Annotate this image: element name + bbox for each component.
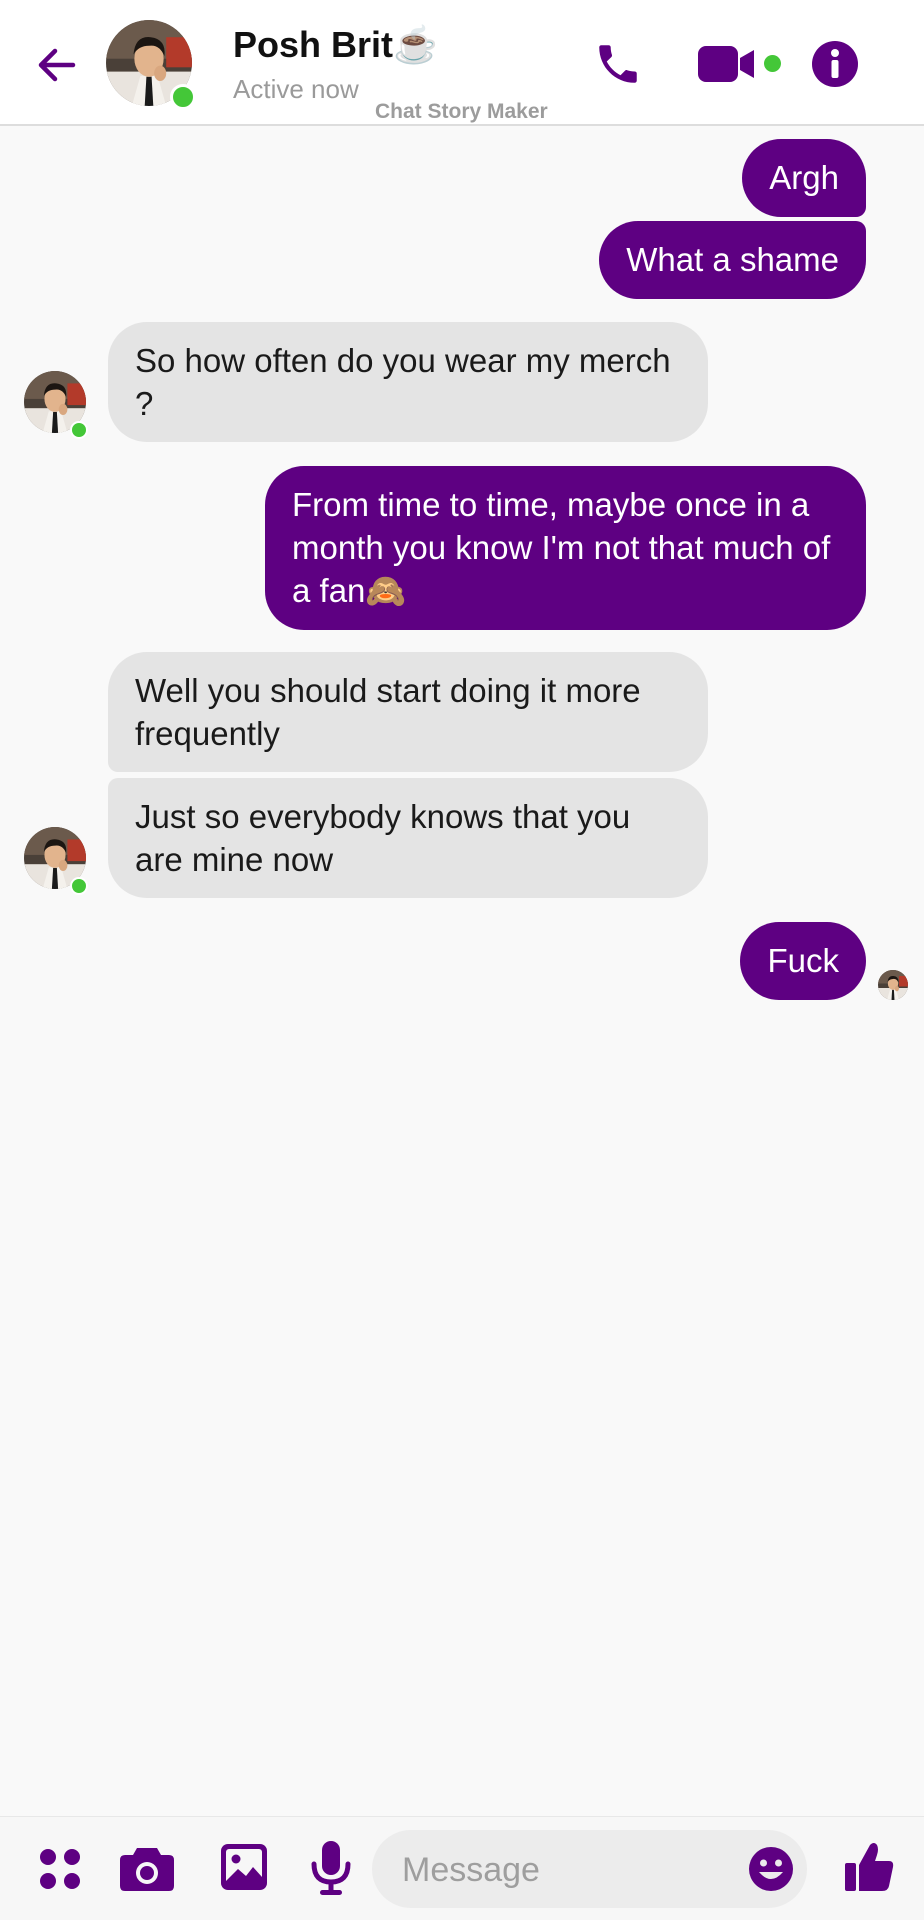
message-text: Well you should start doing it more freq… xyxy=(135,672,641,752)
seen-receipt-avatar xyxy=(878,970,908,1000)
message-text: From time to time, maybe once in a month… xyxy=(292,486,831,609)
camera-icon xyxy=(120,1848,174,1891)
watermark: Chat Story Maker xyxy=(375,100,548,123)
call-button[interactable] xyxy=(590,36,646,92)
active-status: Active now xyxy=(233,74,359,104)
camera-button[interactable] xyxy=(116,1839,178,1899)
contact-name[interactable]: Posh Brit☕ xyxy=(233,24,438,66)
microphone-icon xyxy=(311,1841,351,1895)
message-bubble-sent[interactable]: Argh xyxy=(742,139,866,217)
message-text: Argh xyxy=(769,159,839,196)
message-bubble-sent[interactable]: From time to time, maybe once in a month… xyxy=(265,466,866,630)
video-call-button[interactable] xyxy=(698,40,760,88)
gallery-button[interactable] xyxy=(216,1839,272,1895)
voice-message-button[interactable] xyxy=(306,1837,356,1899)
four-dots-icon xyxy=(40,1849,80,1889)
online-indicator xyxy=(70,877,88,895)
message-bubble-sent[interactable]: What a shame xyxy=(599,221,866,299)
message-input[interactable] xyxy=(400,1830,724,1910)
message-bubble-sent[interactable]: Fuck xyxy=(740,922,866,1000)
thumbs-up-icon xyxy=(845,1843,894,1891)
info-button[interactable] xyxy=(810,39,860,89)
emoji-button[interactable] xyxy=(746,1844,796,1894)
message-bubble-received[interactable]: So how often do you wear my merch ? xyxy=(108,322,708,442)
image-icon xyxy=(221,1844,267,1890)
smiley-icon xyxy=(749,1847,793,1891)
arrow-left-icon xyxy=(38,48,76,82)
message-input-container[interactable] xyxy=(372,1830,807,1910)
message-bubble-received[interactable]: Just so everybody knows that you are min… xyxy=(108,778,708,898)
message-bubble-received[interactable]: Well you should start doing it more freq… xyxy=(108,652,708,772)
video-camera-icon xyxy=(698,46,754,82)
back-button[interactable] xyxy=(30,40,82,90)
like-button[interactable] xyxy=(840,1837,898,1897)
composer-bar xyxy=(0,1816,924,1920)
chat-header: Posh Brit☕ Active now Chat Story Maker xyxy=(0,0,924,126)
phone-icon xyxy=(599,45,637,83)
video-online-dot xyxy=(764,55,781,72)
online-indicator xyxy=(70,421,88,439)
info-icon xyxy=(812,41,858,87)
message-text: Fuck xyxy=(767,942,839,979)
message-text: Just so everybody knows that you are min… xyxy=(135,798,631,878)
online-indicator xyxy=(170,84,196,110)
apps-button[interactable] xyxy=(32,1841,88,1897)
message-text: So how often do you wear my merch ? xyxy=(135,342,671,422)
message-text: What a shame xyxy=(626,241,839,278)
